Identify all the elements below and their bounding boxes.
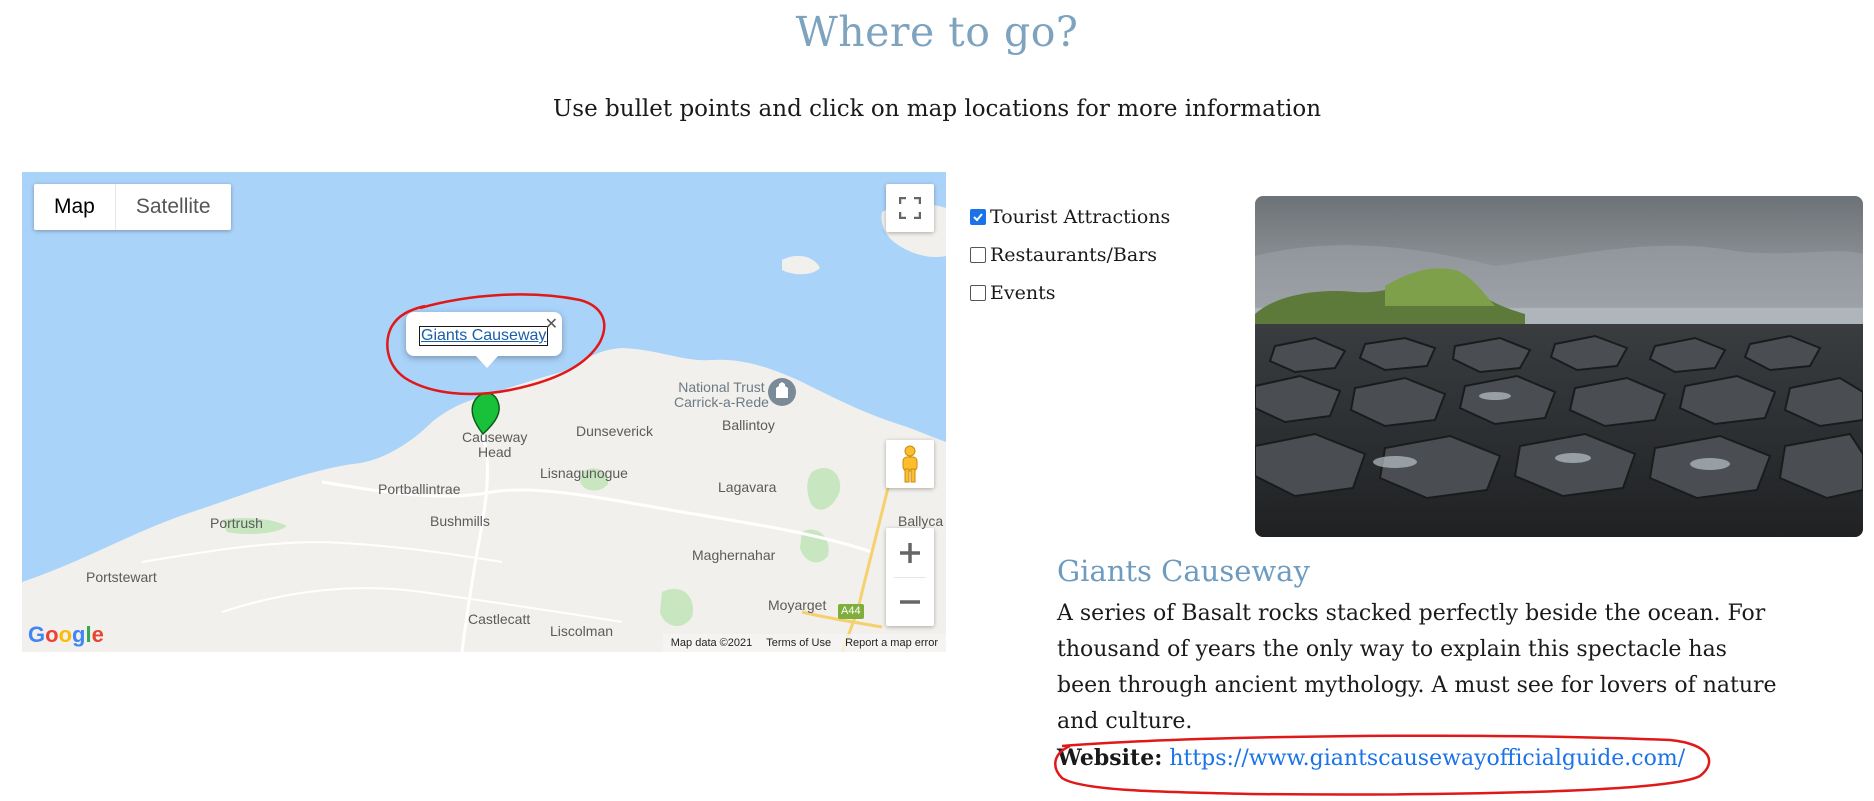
place-label-line: Head — [477, 444, 512, 460]
fullscreen-icon — [899, 197, 921, 219]
place-label-line: Causeway — [462, 429, 528, 445]
place-portrush: Portrush — [210, 515, 263, 531]
filter-label: Events — [990, 282, 1056, 304]
place-label-line: National Trust — [678, 379, 765, 395]
page-subtitle: Use bullet points and click on map locat… — [552, 96, 1322, 122]
website-label: Website: — [1057, 745, 1163, 771]
checkbox-icon[interactable] — [970, 285, 986, 301]
map-attribution: Map data ©2021 Terms of Use Report a map… — [662, 634, 946, 652]
place-maghernahar: Maghernahar — [692, 547, 776, 563]
page-title: Where to go? — [795, 8, 1079, 56]
place-castlecatt: Castlecatt — [468, 611, 531, 627]
place-causeway-head: Causeway Head — [462, 430, 527, 460]
checkbox-checked-icon[interactable] — [970, 209, 986, 225]
map[interactable]: Map Satellite Giants Causeway ✕ National… — [22, 172, 946, 652]
report-error-link[interactable]: Report a map error — [845, 637, 938, 649]
plus-icon — [900, 542, 920, 563]
place-national-trust: National Trust Carrick-a-Rede — [674, 380, 769, 410]
terms-link[interactable]: Terms of Use — [766, 637, 831, 649]
place-ballyca: Ballyca — [898, 513, 944, 529]
map-infowindow: Giants Causeway ✕ — [406, 312, 562, 368]
category-filters: Tourist Attractions Restaurants/Bars Eve… — [970, 198, 1170, 312]
map-data-text: Map data ©2021 — [670, 637, 753, 649]
map-type-map-button[interactable]: Map — [34, 184, 116, 230]
place-portballintrae: Portballintrae — [378, 481, 461, 497]
infowindow-link[interactable]: Giants Causeway — [418, 326, 549, 346]
place-moyarget: Moyarget — [768, 597, 827, 613]
website-row: Website: https://www.giantscausewayoffic… — [1057, 740, 1777, 777]
road-a44-badge: A44 — [838, 604, 864, 619]
logo-letter: o — [45, 622, 59, 647]
zoom-in-button[interactable] — [886, 529, 934, 577]
street-view-button[interactable] — [886, 440, 934, 488]
place-ballintoy: Ballintoy — [722, 417, 775, 433]
place-portstewart: Portstewart — [86, 569, 157, 585]
close-icon[interactable]: ✕ — [545, 314, 558, 333]
place-liscolman: Liscolman — [550, 623, 614, 639]
filter-tourist-attractions[interactable]: Tourist Attractions — [970, 198, 1170, 236]
zoom-out-button[interactable] — [886, 578, 934, 626]
minus-icon — [900, 599, 920, 604]
checkbox-icon[interactable] — [970, 247, 986, 263]
place-lagavara: Lagavara — [718, 479, 777, 495]
location-title: Giants Causeway — [1057, 554, 1310, 588]
location-photo — [1255, 196, 1863, 537]
filter-events[interactable]: Events — [970, 274, 1170, 312]
filter-restaurants-bars[interactable]: Restaurants/Bars — [970, 236, 1170, 274]
map-land — [22, 203, 946, 652]
pegman-icon — [902, 445, 918, 483]
place-dunseverick: Dunseverick — [576, 423, 654, 439]
logo-letter: G — [28, 622, 46, 647]
logo-letter: g — [72, 622, 86, 647]
map-type-satellite-button[interactable]: Satellite — [116, 184, 231, 230]
location-details: Giants Causeway A series of Basalt rocks… — [1057, 554, 1777, 777]
fullscreen-button[interactable] — [886, 184, 934, 232]
place-lisnagunogue: Lisnagunogue — [540, 465, 628, 481]
map-type-control: Map Satellite — [34, 184, 231, 230]
website-link[interactable]: https://www.giantscausewayofficialguide.… — [1169, 746, 1685, 771]
logo-letter: e — [91, 622, 104, 647]
place-label-line: Carrick-a-Rede — [674, 394, 769, 410]
filter-label: Tourist Attractions — [990, 206, 1171, 228]
logo-letter: o — [58, 622, 73, 647]
location-description: A series of Basalt rocks stacked perfect… — [1057, 601, 1777, 734]
filter-label: Restaurants/Bars — [990, 244, 1158, 266]
google-logo: Google — [28, 622, 104, 648]
place-bushmills: Bushmills — [430, 513, 490, 529]
zoom-control — [886, 528, 934, 626]
